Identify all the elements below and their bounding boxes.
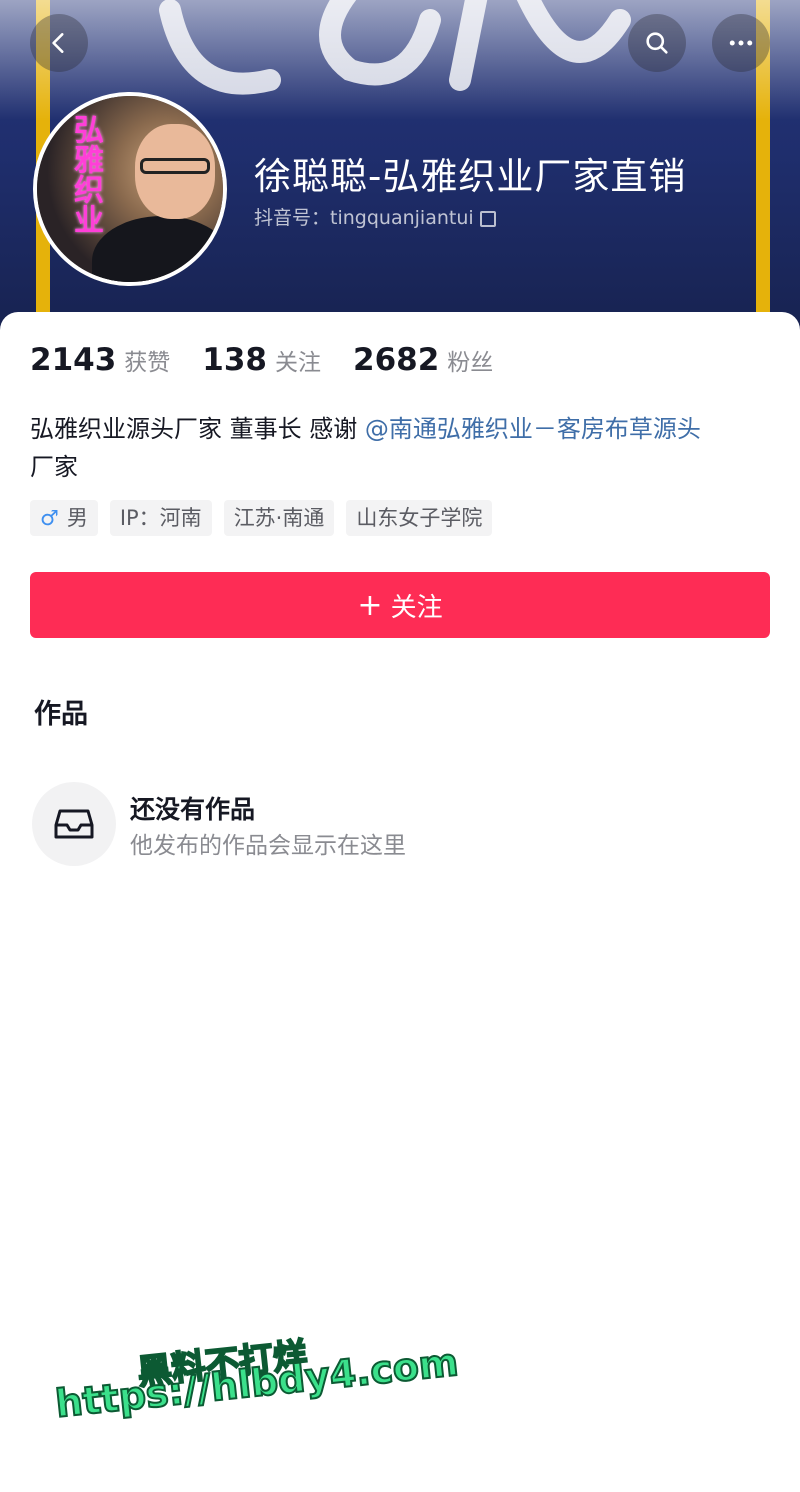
avatar-overlay-text: 弘雅织业 [68,114,103,234]
empty-state-subtitle: 他发布的作品会显示在这里 [130,833,406,859]
bio-text-tail: 厂家 [30,453,78,481]
stat-label: 粉丝 [447,350,494,376]
copy-icon[interactable] [479,210,496,227]
bio-mention-link[interactable]: @南通弘雅织业－客房布草源头 [365,415,701,443]
male-icon: ♂ [40,506,59,530]
plus-icon: + [357,587,383,623]
more-button[interactable] [712,14,770,72]
profile-tags: ♂ 男 IP：河南 江苏·南通 山东女子学院 [30,500,504,536]
tag-location[interactable]: 江苏·南通 [223,500,335,536]
inbox-icon [54,809,94,839]
stat-value: 138 [202,342,267,378]
stats-row: 2143 获赞 138 关注 2682 粉丝 [30,342,525,378]
follow-button[interactable]: + 关注 [30,572,770,638]
stat-followers[interactable]: 2682 粉丝 [353,342,493,378]
back-button[interactable] [30,14,88,72]
works-section-title: 作品 [34,699,88,730]
chevron-left-icon [52,33,64,53]
empty-state-icon-wrap [32,782,116,866]
avatar[interactable]: 弘雅织业 [33,92,227,286]
display-name: 徐聪聪-弘雅织业厂家直销 [254,155,687,198]
bio: 弘雅织业源头厂家 董事长 感谢 @南通弘雅织业－客房布草源头厂家 [30,410,775,486]
tag-label: 山东女子学院 [356,506,483,530]
stat-value: 2143 [30,342,117,378]
tag-school[interactable]: 山东女子学院 [346,500,493,536]
tag-ip: IP：河南 [109,500,212,536]
douyin-id[interactable]: 抖音号：tingquanjiantui [254,203,496,230]
stat-following[interactable]: 138 关注 [202,342,321,378]
empty-state-title: 还没有作品 [130,795,256,824]
stat-likes[interactable]: 2143 获赞 [30,342,170,378]
stat-value: 2682 [353,342,440,378]
tag-label: 江苏·南通 [233,506,325,530]
profile-banner: 弘雅织业 徐聪聪-弘雅织业厂家直销 抖音号：tingquanjiantui [0,0,800,340]
douyin-id-value: tingquanjiantui [330,207,474,229]
search-button[interactable] [628,14,686,72]
stat-label: 获赞 [124,350,171,376]
more-horizontal-icon [729,40,753,46]
bio-text: 弘雅织业源头厂家 董事长 感谢 [30,415,365,443]
tag-label: IP：河南 [119,506,202,530]
follow-button-label: 关注 [390,592,443,623]
search-icon [646,32,668,54]
douyin-id-label: 抖音号： [254,207,331,229]
profile-card: 2143 获赞 138 关注 2682 粉丝 弘雅织业源头厂家 董事长 感谢 @… [0,312,800,1492]
stat-label: 关注 [275,350,321,376]
tag-gender: ♂ 男 [30,500,98,536]
tag-label: 男 [66,506,88,530]
